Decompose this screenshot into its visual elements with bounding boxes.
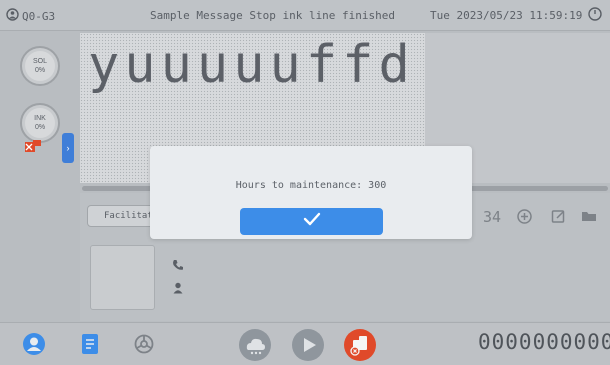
status-message: Sample Message Stop ink line finished (150, 9, 396, 22)
folder-icon[interactable] (580, 207, 598, 225)
power-icon[interactable] (588, 7, 602, 24)
person-icon (172, 281, 184, 299)
solvent-label: SOL (32, 58, 47, 65)
printhead-status-icon[interactable] (24, 139, 42, 160)
device-name: Q0-G3 (22, 9, 56, 23)
ink-value: 0% (34, 124, 46, 131)
edit-icon[interactable] (549, 207, 567, 225)
document-icon[interactable] (80, 333, 100, 355)
network-icon (6, 8, 19, 24)
stop-icon[interactable] (343, 328, 377, 362)
settings-icon[interactable] (133, 333, 155, 355)
phone-icon (172, 258, 184, 276)
preview-text: yuuuuuffd (88, 35, 415, 95)
top-bar: Q0-G3 Sample Message Stop ink line finis… (0, 0, 610, 31)
left-panel: SOL 0% INK 0% (0, 31, 80, 321)
datetime: Tue 2023/05/23 11:59:19 (430, 9, 583, 22)
ink-gauge[interactable]: INK 0% (20, 103, 60, 143)
solvent-gauge[interactable]: SOL 0% (20, 46, 60, 86)
message-thumbnail[interactable] (90, 245, 155, 310)
print-counter: 0000000000 (478, 330, 610, 354)
play-icon[interactable] (291, 328, 325, 362)
maintenance-dialog: Hours to maintenance: 300 (150, 146, 472, 239)
message-count: 34 (483, 208, 502, 226)
device-indicator[interactable]: Q0-G3 (6, 8, 55, 24)
checkmark-icon (303, 212, 321, 231)
user-icon[interactable] (22, 332, 46, 356)
expand-panel-tab[interactable]: › (62, 133, 74, 163)
add-icon[interactable] (515, 207, 533, 225)
confirm-button[interactable] (240, 208, 383, 235)
ink-label: INK (34, 115, 46, 122)
maintenance-message: Hours to maintenance: 300 (235, 180, 387, 191)
facilitator-field[interactable]: Facilitat (87, 205, 157, 227)
cloud-icon[interactable] (238, 328, 272, 362)
solvent-value: 0% (34, 67, 46, 74)
